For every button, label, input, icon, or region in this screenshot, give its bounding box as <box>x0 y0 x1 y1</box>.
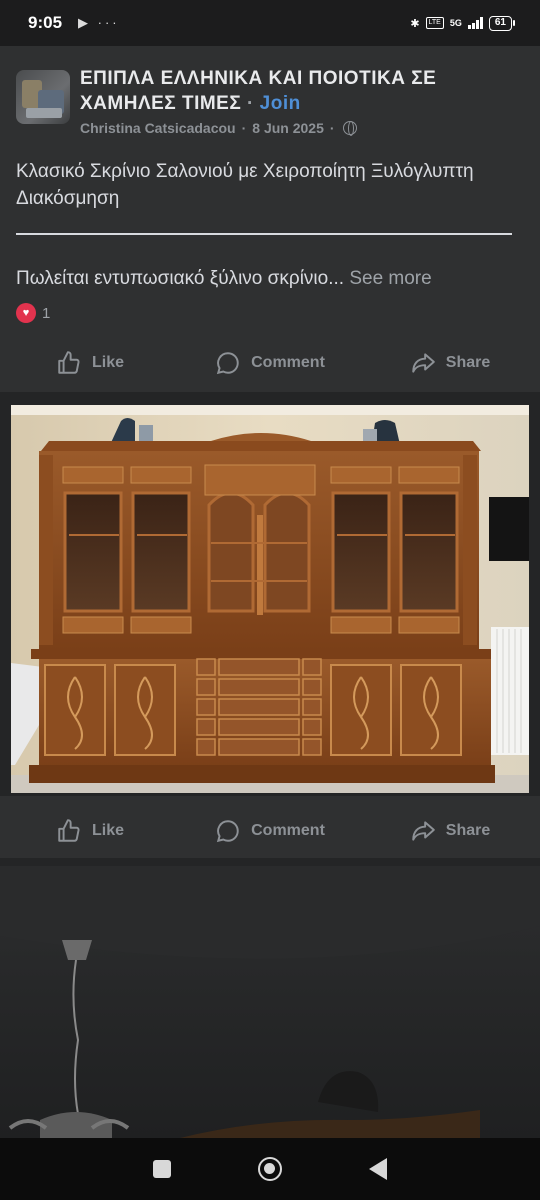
next-post-photo[interactable] <box>0 866 540 1138</box>
share-button[interactable]: Share <box>360 350 540 376</box>
status-bar: 9:05 ▶ ··· ✱ LTE 5G 61 <box>0 0 540 46</box>
back-icon[interactable] <box>368 1158 387 1180</box>
post-photo[interactable] <box>11 405 529 793</box>
globe-icon <box>342 121 357 136</box>
post-action-bar: Like Comment Share <box>0 338 540 388</box>
heart-icon: ♥ <box>16 303 36 323</box>
signal-icon <box>467 17 483 29</box>
meta-separator-2: · <box>329 120 335 136</box>
group-avatar[interactable] <box>16 70 70 124</box>
comment-label: Comment <box>251 354 325 371</box>
like-button[interactable]: Like <box>0 350 180 376</box>
post-body: Πωλείται εντυπωσιακό ξύλινο σκρίνιο... S… <box>16 268 432 290</box>
separator-dot: · <box>247 93 254 114</box>
post-card: ΕΠΙΠΛΑ ΕΛΛΗΝΙΚΑ ΚΑΙ ΠΟΙΟΤΙΚΑ ΣΕ ΧΑΜΗΛΕΣ … <box>0 46 540 392</box>
comment-icon <box>216 820 239 843</box>
status-time: 9:05 <box>28 13 63 32</box>
share-icon <box>412 821 435 841</box>
home-icon[interactable] <box>257 1157 282 1181</box>
photo-like-label: Like <box>91 822 124 839</box>
thumbs-up-icon <box>58 819 80 842</box>
group-name-line: ΕΠΙΠΛΑ ΕΛΛΗΝΙΚΑ ΚΑΙ ΠΟΙΟΤΙΚΑ ΣΕ ΧΑΜΗΛΕΣ … <box>80 66 520 116</box>
post-title: Κλασικό Σκρίνιο Σαλονιού με Χειροποίητη … <box>16 161 474 209</box>
photo-action-section: Like Comment Share <box>0 796 540 858</box>
reaction-count: 1 <box>42 304 51 322</box>
reactions-summary[interactable]: ♥ 1 <box>16 303 50 323</box>
ceiling-lamp-illustration <box>0 866 540 1138</box>
title-divider <box>16 233 512 235</box>
volte-icon: LTE <box>425 17 444 29</box>
thumbs-up-icon <box>58 351 80 374</box>
notification-icons: ▶ ··· <box>78 15 120 30</box>
comment-icon <box>216 352 239 375</box>
battery-icon: 61 <box>488 15 516 31</box>
photo-comment-label: Comment <box>251 822 325 839</box>
group-name[interactable]: ΕΠΙΠΛΑ ΕΛΛΗΝΙΚΑ ΚΑΙ ΠΟΙΟΤΙΚΑ ΣΕ ΧΑΜΗΛΕΣ … <box>80 68 436 114</box>
meta-separator: · <box>241 120 247 136</box>
share-icon <box>412 353 435 373</box>
photo-share-label: Share <box>445 822 491 839</box>
comment-button[interactable]: Comment <box>180 350 360 376</box>
status-right-icons: ✱ LTE 5G 61 <box>410 15 516 31</box>
photo-share-button[interactable]: Share <box>360 818 540 844</box>
like-label: Like <box>91 354 124 371</box>
post-meta: Christina Catsicadacou · 8 Jun 2025 · <box>80 120 357 136</box>
post-date[interactable]: 8 Jun 2025 <box>252 120 324 136</box>
photo-like-button[interactable]: Like <box>0 818 180 844</box>
recent-apps-icon[interactable] <box>153 1160 172 1178</box>
system-nav-bar <box>0 1138 540 1200</box>
photo-action-bar: Like Comment Share <box>0 806 540 856</box>
cabinet-photo-illustration <box>11 405 529 793</box>
network-type-label: 5G <box>449 18 462 28</box>
see-more-link[interactable]: See more <box>349 268 431 289</box>
share-label: Share <box>445 354 491 371</box>
author-name[interactable]: Christina Catsicadacou <box>80 120 236 136</box>
post-body-text: Πωλείται εντυπωσιακό ξύλινο σκρίνιο... <box>16 268 345 289</box>
join-button[interactable]: Join <box>260 93 301 114</box>
photo-comment-button[interactable]: Comment <box>180 818 360 844</box>
bluetooth-icon: ✱ <box>410 17 420 30</box>
